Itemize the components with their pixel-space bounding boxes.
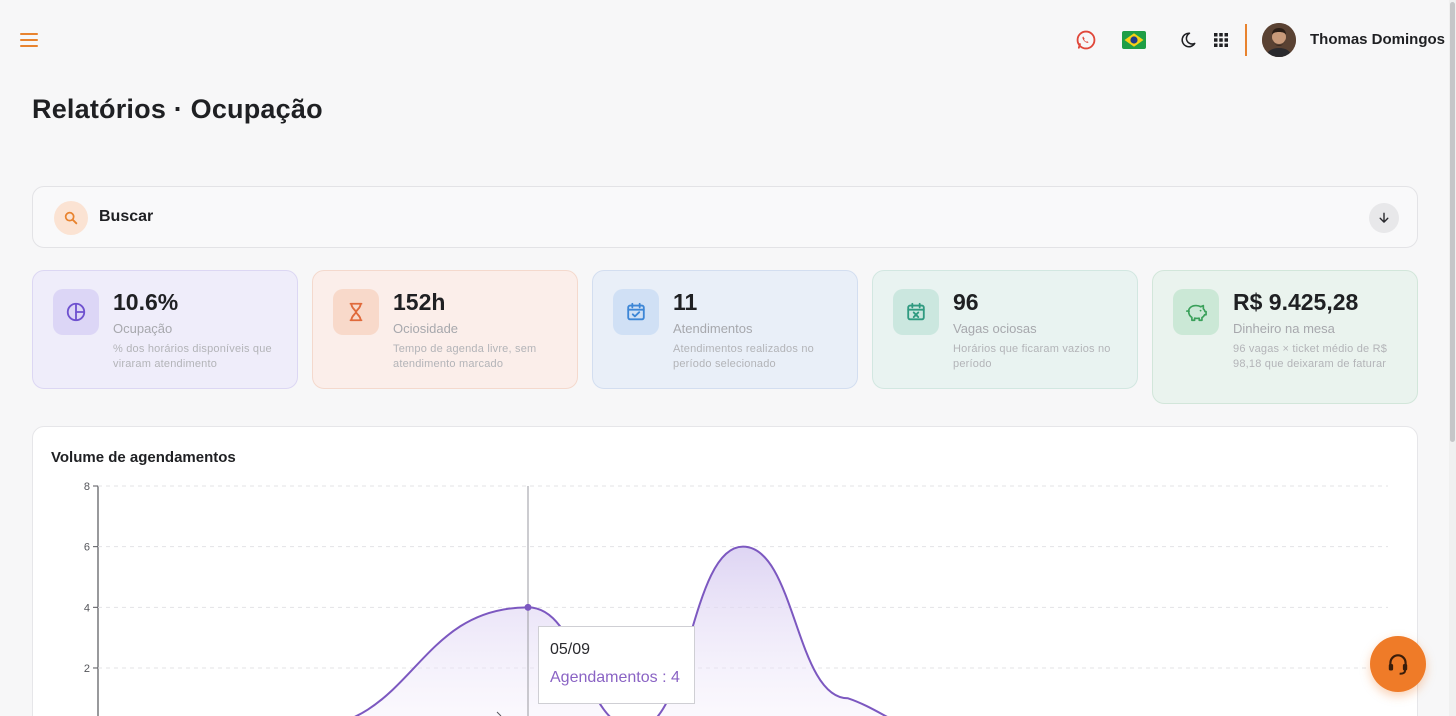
appointments-chart: 2 4 6 8	[84, 481, 1388, 716]
chart-tooltip: 05/09 Agendamentos : 4	[538, 626, 695, 704]
active-data-point	[524, 603, 532, 611]
y-tick-label: 2	[84, 663, 90, 675]
scrollbar-thumb[interactable]	[1450, 2, 1455, 442]
tooltip-value: Agendamentos : 4	[550, 669, 680, 686]
tooltip-date: 05/09	[550, 641, 591, 658]
y-tick-label: 6	[84, 542, 90, 554]
headset-icon	[1388, 654, 1408, 675]
y-tick-label: 8	[84, 481, 90, 493]
page-scrollbar[interactable]	[1449, 0, 1456, 716]
support-chat-button[interactable]	[1370, 636, 1426, 692]
y-tick-label: 4	[84, 602, 90, 614]
